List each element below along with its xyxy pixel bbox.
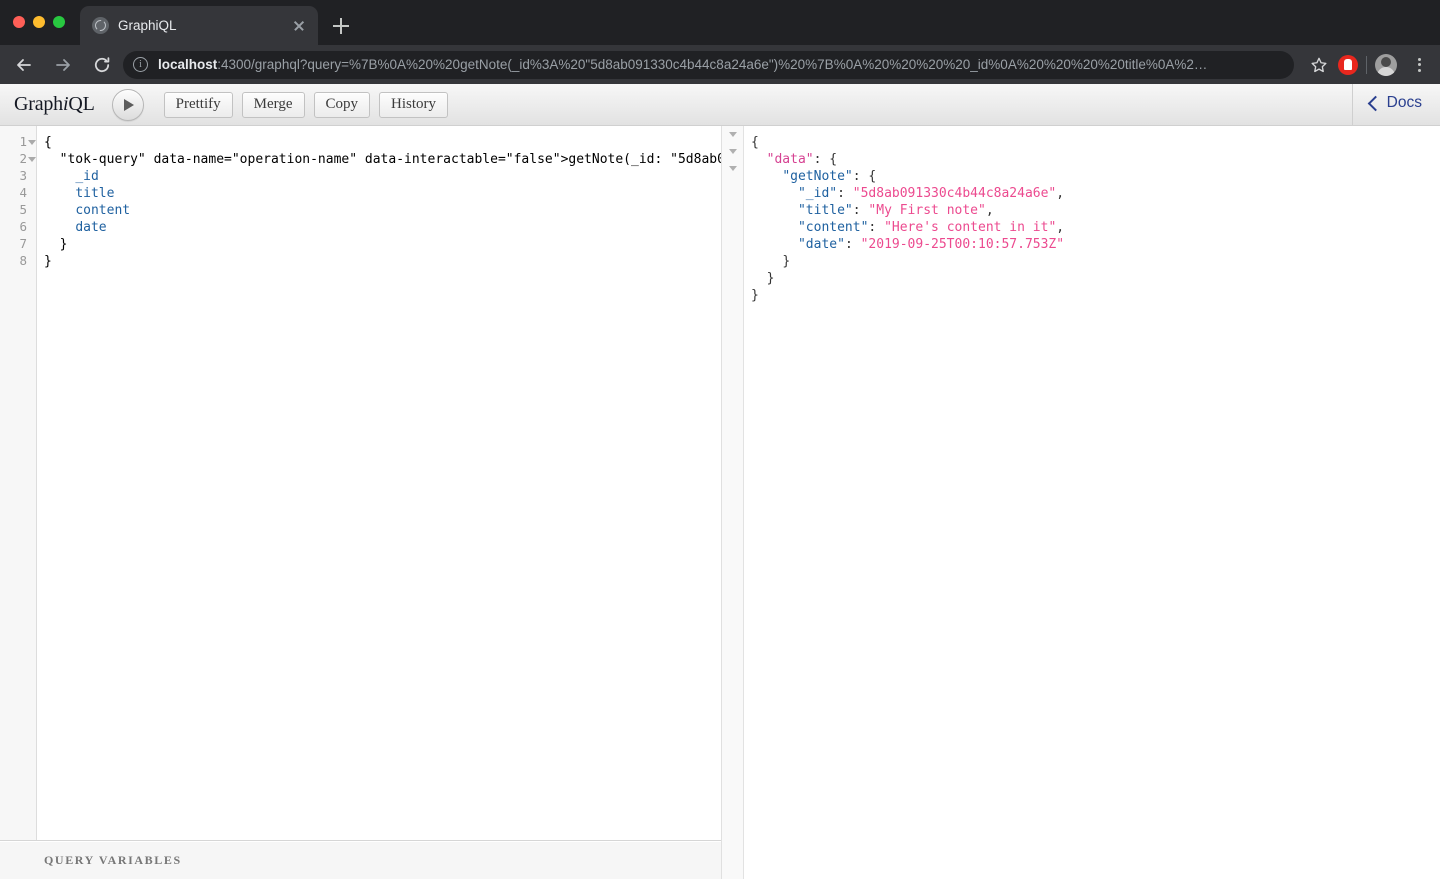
result-value: "Here's content in it" [884, 220, 1057, 235]
close-icon[interactable] [288, 15, 310, 37]
prettify-button[interactable]: Prettify [163, 91, 233, 118]
query-gutter: 123 4 5 6 7 8 [0, 126, 37, 840]
query-field: _id [75, 169, 99, 184]
graphiql-button-group: Prettify Merge Copy History [163, 91, 449, 118]
result-value: "5d8ab091330c4b44c8a24a6e" [852, 186, 1057, 201]
kebab-menu-icon[interactable] [1407, 51, 1433, 79]
fold-arrow-icon[interactable] [28, 140, 36, 145]
graphiql-app: GraphiQL Prettify Merge Copy History Doc… [0, 84, 1440, 879]
line-number: 5 [19, 202, 27, 217]
query-variables-bar[interactable]: Query Variables [0, 840, 721, 879]
docs-button[interactable]: Docs [1367, 94, 1422, 112]
line-number: 4 [19, 185, 27, 200]
line-number: 2 [0, 151, 36, 168]
line-number: 3 [19, 168, 27, 183]
result-key: "date" [797, 237, 845, 252]
graphiql-panes: 123 4 5 6 7 8 { "tok-query" data-name="operat… [0, 126, 1440, 879]
graphiql-toolbar: GraphiQL Prettify Merge Copy History Doc… [0, 84, 1440, 126]
result-key: "getNote" [782, 169, 853, 184]
globe-icon [92, 17, 109, 34]
query-variables-label: Query Variables [44, 852, 182, 867]
fold-arrow-icon[interactable] [28, 157, 36, 162]
result-code: { "data": { "getNote": { "_id": "5d8ab09… [751, 135, 1065, 303]
history-button[interactable]: History [379, 91, 449, 118]
url-text: localhost:4300/graphql?query=%7B%0A%20%2… [158, 57, 1207, 72]
result-value: "2019-09-25T00:10:57.753Z" [860, 237, 1065, 252]
docs-label: Docs [1386, 94, 1422, 111]
result-key: "_id" [797, 186, 838, 201]
result-key: "content" [797, 220, 869, 235]
site-info-icon[interactable]: i [133, 57, 148, 72]
address-bar[interactable]: i localhost:4300/graphql?query=%7B%0A%20… [123, 50, 1294, 79]
fold-arrow-icon[interactable] [729, 149, 737, 154]
argument-value: "tok-query" [59, 152, 146, 167]
logo-part-3: QL [68, 93, 95, 115]
minimize-window-button[interactable] [33, 16, 45, 28]
query-editor-pane: 123 4 5 6 7 8 { "tok-query" data-name="operat… [0, 126, 722, 879]
line-number: 7 [19, 236, 27, 251]
new-tab-button[interactable] [328, 13, 354, 39]
avatar-icon[interactable] [1375, 53, 1397, 76]
chevron-left-icon [1367, 95, 1383, 112]
result-gutter [722, 126, 744, 879]
query-editor[interactable]: 123 4 5 6 7 8 { "tok-query" data-name="operat… [0, 126, 721, 840]
back-arrow-icon[interactable] [9, 50, 39, 80]
line-number: 6 [19, 219, 27, 234]
fold-arrow-icon[interactable] [729, 132, 737, 137]
close-window-button[interactable] [13, 16, 25, 28]
result-pane: { "data": { "getNote": { "_id": "5d8ab09… [722, 126, 1440, 879]
result-value: "My First note" [868, 203, 986, 218]
result-root-key: "data" [766, 152, 814, 167]
query-field: content [75, 203, 131, 218]
query-field: title [75, 186, 115, 201]
line-number: 1 [0, 134, 36, 151]
query-code[interactable]: { "tok-query" data-name="operation-name"… [37, 126, 721, 840]
merge-button[interactable]: Merge [241, 91, 305, 118]
toolbar-divider [1366, 55, 1367, 74]
maximize-window-button[interactable] [53, 16, 65, 28]
url-path: :4300/graphql?query=%7B%0A%20%20getNote(… [217, 57, 1208, 72]
browser-toolbar: i localhost:4300/graphql?query=%7B%0A%20… [0, 45, 1440, 84]
forward-arrow-icon[interactable] [48, 50, 78, 80]
result-key: "title" [797, 203, 853, 218]
query-field: date [75, 220, 107, 235]
browser-tabstrip: GraphiQL [0, 0, 1440, 45]
window-controls [13, 16, 65, 28]
logo-part-1: Graph [14, 93, 63, 115]
bookmark-star-icon[interactable] [1302, 51, 1336, 79]
reload-icon[interactable] [87, 50, 117, 80]
fold-arrow-icon[interactable] [729, 166, 737, 171]
tab-title: GraphiQL [118, 18, 177, 33]
graphiql-logo: GraphiQL [14, 93, 95, 116]
browser-tab[interactable]: GraphiQL [80, 6, 318, 45]
browser-window: GraphiQL i localhost:4300/graphql?query=… [0, 0, 1440, 879]
docs-divider [1352, 84, 1353, 125]
copy-button[interactable]: Copy [313, 91, 371, 118]
url-host: localhost [158, 57, 218, 72]
line-number: 8 [19, 253, 27, 268]
execute-query-button[interactable] [111, 88, 144, 121]
play-icon [124, 98, 135, 111]
extension-icon[interactable] [1338, 54, 1358, 75]
